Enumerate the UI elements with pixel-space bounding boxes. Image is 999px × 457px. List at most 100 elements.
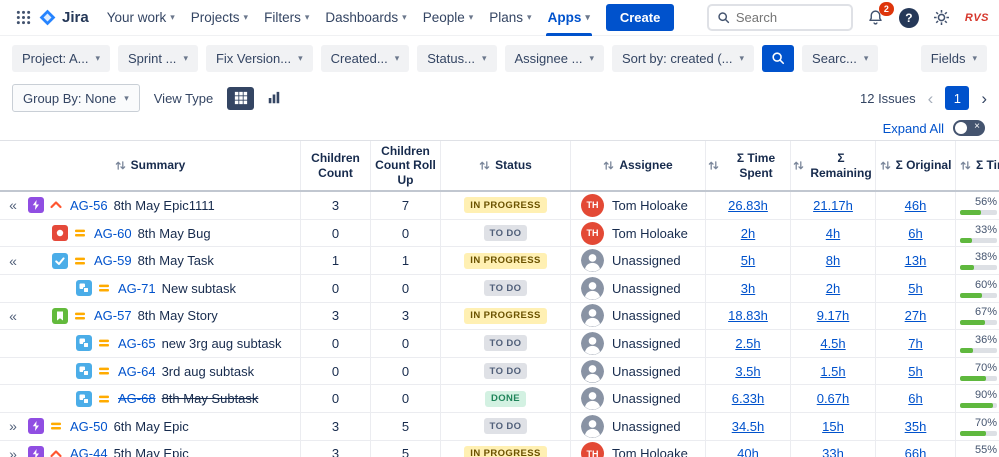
table-row[interactable]: « AG-56 8th May Epic1111 3 7 IN PROGRESS…: [0, 192, 999, 220]
create-button[interactable]: Create: [606, 4, 674, 31]
issue-key-link[interactable]: AG-64: [118, 364, 156, 379]
remaining-link[interactable]: 9.17h: [817, 308, 850, 323]
filter-dropdown[interactable]: Project: A... ▾: [12, 45, 110, 72]
remaining-link[interactable]: 0.67h: [817, 391, 850, 406]
col-header-status[interactable]: Status: [440, 141, 570, 190]
global-search[interactable]: [707, 4, 853, 31]
nav-item-dashboards[interactable]: Dashboards ▾: [317, 0, 414, 36]
table-row[interactable]: AG-68 8th May Subtask 0 0 DONE Unassigne…: [0, 385, 999, 413]
search-input[interactable]: [736, 10, 843, 25]
time-spent-link[interactable]: 2h: [741, 226, 755, 241]
time-spent-link[interactable]: 3.5h: [735, 364, 760, 379]
col-header-time-tracking[interactable]: Σ Time: [955, 141, 999, 190]
original-link[interactable]: 5h: [908, 364, 922, 379]
nav-item-people[interactable]: People ▾: [415, 0, 482, 36]
filter-dropdown[interactable]: Sort by: created (... ▾: [612, 45, 754, 72]
notifications-bell-icon[interactable]: 2: [865, 7, 887, 29]
nav-item-filters[interactable]: Filters ▾: [256, 0, 317, 36]
remaining-link[interactable]: 21.17h: [813, 198, 853, 213]
filter-dropdown[interactable]: Status... ▾: [417, 45, 496, 72]
table-row[interactable]: » AG-50 6th May Epic 3 5 TO DO Unassigne…: [0, 413, 999, 441]
col-header-summary[interactable]: Summary: [0, 141, 300, 190]
issue-key-link[interactable]: AG-71: [118, 281, 156, 296]
grid-view-button[interactable]: [227, 87, 254, 110]
settings-gear-icon[interactable]: [931, 7, 953, 29]
col-header-children-rollup[interactable]: Children Count Roll Up: [370, 141, 440, 190]
jira-logo[interactable]: Jira: [38, 8, 89, 27]
nav-item-your-work[interactable]: Your work ▾: [99, 0, 183, 36]
remaining-link[interactable]: 1.5h: [820, 364, 845, 379]
time-spent-link[interactable]: 40h: [737, 446, 759, 457]
chevron-right-icon[interactable]: ›: [981, 90, 987, 107]
col-header-original[interactable]: Σ Original: [875, 141, 955, 190]
fields-dropdown[interactable]: Fields ▾: [921, 45, 987, 72]
col-header-time-spent[interactable]: Σ Time Spent: [705, 141, 790, 190]
apply-search-button[interactable]: [762, 45, 794, 72]
chevron-left-icon[interactable]: ‹: [928, 90, 934, 107]
issue-key-link[interactable]: AG-65: [118, 336, 156, 351]
expander-icon[interactable]: «: [6, 197, 20, 213]
nav-item-apps[interactable]: Apps ▾: [540, 0, 598, 36]
issue-key-link[interactable]: AG-59: [94, 253, 132, 268]
remaining-link[interactable]: 2h: [826, 281, 840, 296]
table-row[interactable]: AG-65 new 3rg aug subtask 0 0 TO DO Unas…: [0, 330, 999, 358]
table-row[interactable]: AG-71 New subtask 0 0 TO DO Unassigned 3…: [0, 275, 999, 303]
table-row[interactable]: « AG-59 8th May Task 1 1 IN PROGRESS Una…: [0, 247, 999, 275]
col-header-remaining[interactable]: Σ Remaining: [790, 141, 875, 190]
chart-view-button[interactable]: [260, 87, 287, 110]
rvs-app-logo[interactable]: RVS: [965, 12, 989, 24]
expander-icon[interactable]: »: [6, 418, 20, 434]
remaining-link[interactable]: 4h: [826, 226, 840, 241]
expander-icon[interactable]: »: [6, 446, 20, 457]
page-number-button[interactable]: 1: [945, 86, 969, 110]
col-header-assignee[interactable]: Assignee: [570, 141, 705, 190]
children-rollup-cell: 0: [370, 385, 440, 412]
issue-key-link[interactable]: AG-60: [94, 226, 132, 241]
issue-key-link[interactable]: AG-44: [70, 446, 108, 457]
time-spent-link[interactable]: 34.5h: [732, 419, 765, 434]
issue-key-link[interactable]: AG-50: [70, 419, 108, 434]
time-spent-link[interactable]: 5h: [741, 253, 755, 268]
expand-all-link[interactable]: Expand All: [883, 121, 944, 136]
time-spent-link[interactable]: 2.5h: [735, 336, 760, 351]
original-link[interactable]: 5h: [908, 281, 922, 296]
original-link[interactable]: 7h: [908, 336, 922, 351]
original-link[interactable]: 6h: [908, 391, 922, 406]
original-link[interactable]: 6h: [908, 226, 922, 241]
remaining-link[interactable]: 8h: [826, 253, 840, 268]
progress-bar: [960, 320, 997, 325]
help-icon[interactable]: ?: [899, 8, 919, 28]
issue-key-link[interactable]: AG-56: [70, 198, 108, 213]
table-row[interactable]: » AG-44 5th May Epic 3 5 IN PROGRESS TH …: [0, 441, 999, 457]
col-header-children-count[interactable]: Children Count: [300, 141, 370, 190]
nav-item-plans[interactable]: Plans ▾: [481, 0, 539, 36]
search-more-dropdown[interactable]: Searc... ▾: [802, 45, 878, 72]
original-link[interactable]: 13h: [905, 253, 927, 268]
time-spent-link[interactable]: 26.83h: [728, 198, 768, 213]
filter-dropdown[interactable]: Sprint ... ▾: [118, 45, 198, 72]
filter-dropdown[interactable]: Assignee ... ▾: [505, 45, 604, 72]
original-link[interactable]: 66h: [905, 446, 927, 457]
expander-icon[interactable]: «: [6, 253, 20, 269]
remaining-link[interactable]: 4.5h: [820, 336, 845, 351]
original-link[interactable]: 27h: [905, 308, 927, 323]
expander-icon[interactable]: «: [6, 308, 20, 324]
issue-key-link[interactable]: AG-68: [118, 391, 156, 406]
filter-dropdown[interactable]: Fix Version... ▾: [206, 45, 313, 72]
issue-key-link[interactable]: AG-57: [94, 308, 132, 323]
nav-item-projects[interactable]: Projects ▾: [183, 0, 256, 36]
group-by-dropdown[interactable]: Group By: None ▾: [12, 84, 140, 112]
app-switcher-icon[interactable]: [10, 5, 36, 31]
time-spent-link[interactable]: 3h: [741, 281, 755, 296]
original-link[interactable]: 35h: [905, 419, 927, 434]
expand-all-toggle[interactable]: ×: [953, 120, 985, 136]
table-row[interactable]: AG-64 3rd aug subtask 0 0 TO DO Unassign…: [0, 358, 999, 386]
original-link[interactable]: 46h: [905, 198, 927, 213]
remaining-link[interactable]: 33h: [822, 446, 844, 457]
time-spent-link[interactable]: 6.33h: [732, 391, 765, 406]
filter-dropdown[interactable]: Created... ▾: [321, 45, 410, 72]
remaining-link[interactable]: 15h: [822, 419, 844, 434]
table-row[interactable]: AG-60 8th May Bug 0 0 TO DO TH Tom Holoa…: [0, 220, 999, 248]
table-row[interactable]: « AG-57 8th May Story 3 3 IN PROGRESS Un…: [0, 303, 999, 331]
time-spent-link[interactable]: 18.83h: [728, 308, 768, 323]
